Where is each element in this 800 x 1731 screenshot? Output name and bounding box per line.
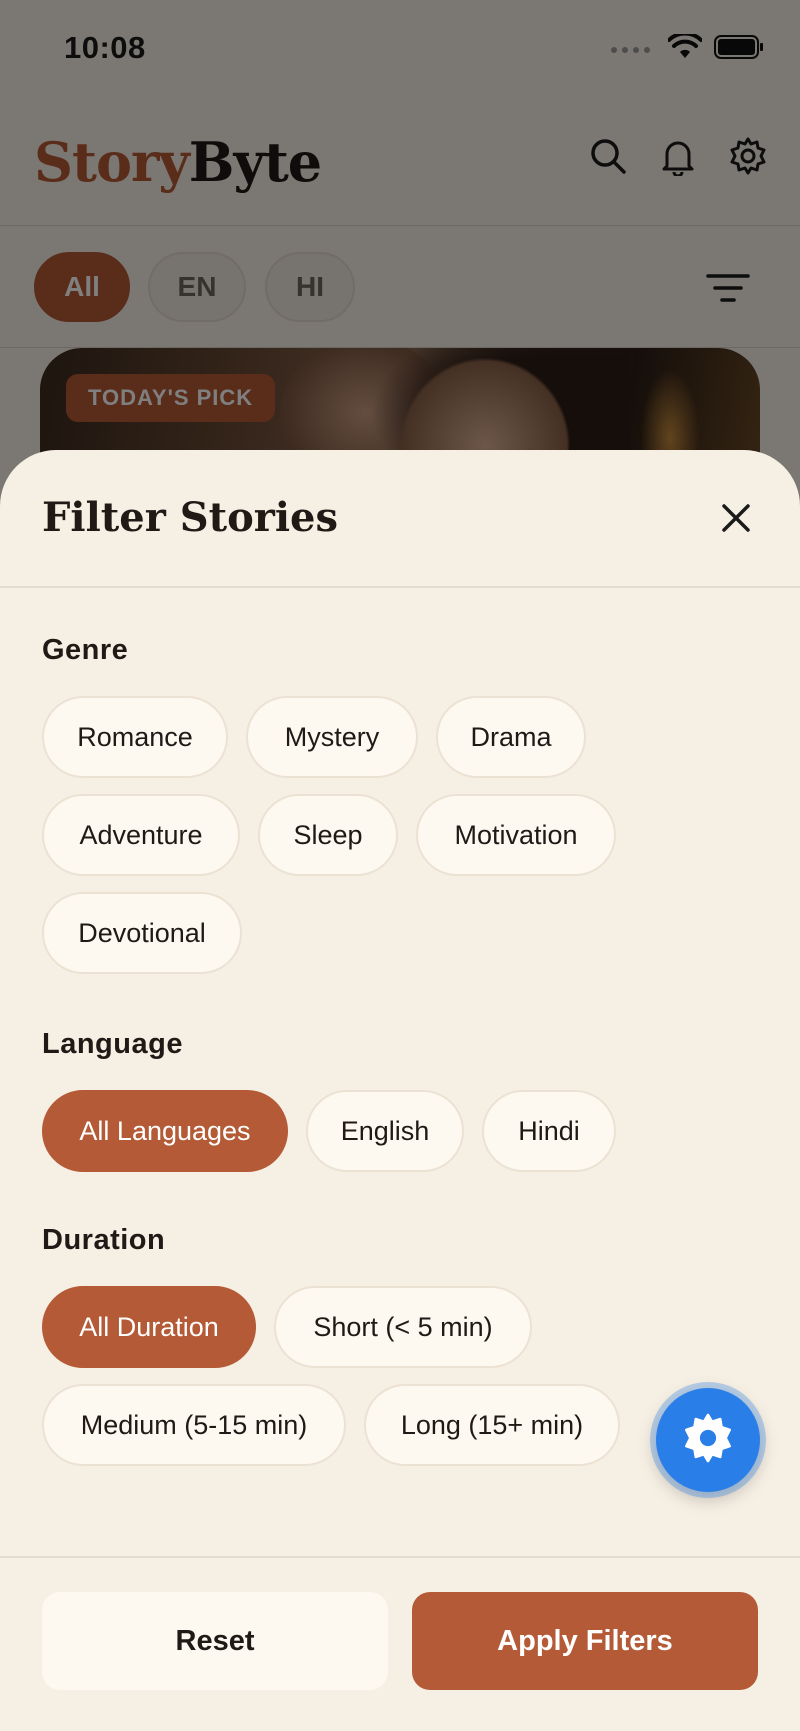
settings-fab[interactable] [656,1388,760,1492]
filter-sheet: Filter Stories Genre Romance Mystery Dra… [0,450,800,1731]
apply-filters-button[interactable]: Apply Filters [412,1592,758,1690]
duration-chip-medium[interactable]: Medium (5-15 min) [42,1384,346,1466]
genre-chip-adventure[interactable]: Adventure [42,794,240,876]
sheet-title: Filter Stories [42,494,338,541]
duration-label: Duration [42,1224,166,1256]
close-icon[interactable] [714,496,758,540]
sheet-footer: Reset Apply Filters [0,1556,800,1731]
language-label: Language [42,1028,183,1060]
genre-chip-devotional[interactable]: Devotional [42,892,242,974]
genre-chip-motivation[interactable]: Motivation [416,794,616,876]
genre-chip-drama[interactable]: Drama [436,696,586,778]
language-chip-all[interactable]: All Languages [42,1090,288,1172]
reset-button[interactable]: Reset [42,1592,388,1690]
genre-chip-romance[interactable]: Romance [42,696,228,778]
genre-label: Genre [42,634,129,666]
genre-chip-mystery[interactable]: Mystery [246,696,418,778]
genre-chip-sleep[interactable]: Sleep [258,794,398,876]
duration-chip-short[interactable]: Short (< 5 min) [274,1286,532,1368]
language-chip-english[interactable]: English [306,1090,464,1172]
duration-chip-all[interactable]: All Duration [42,1286,256,1368]
sheet-header: Filter Stories [0,450,800,588]
language-chip-hindi[interactable]: Hindi [482,1090,616,1172]
duration-chip-long[interactable]: Long (15+ min) [364,1384,620,1466]
settings-fab-icon [681,1411,735,1470]
